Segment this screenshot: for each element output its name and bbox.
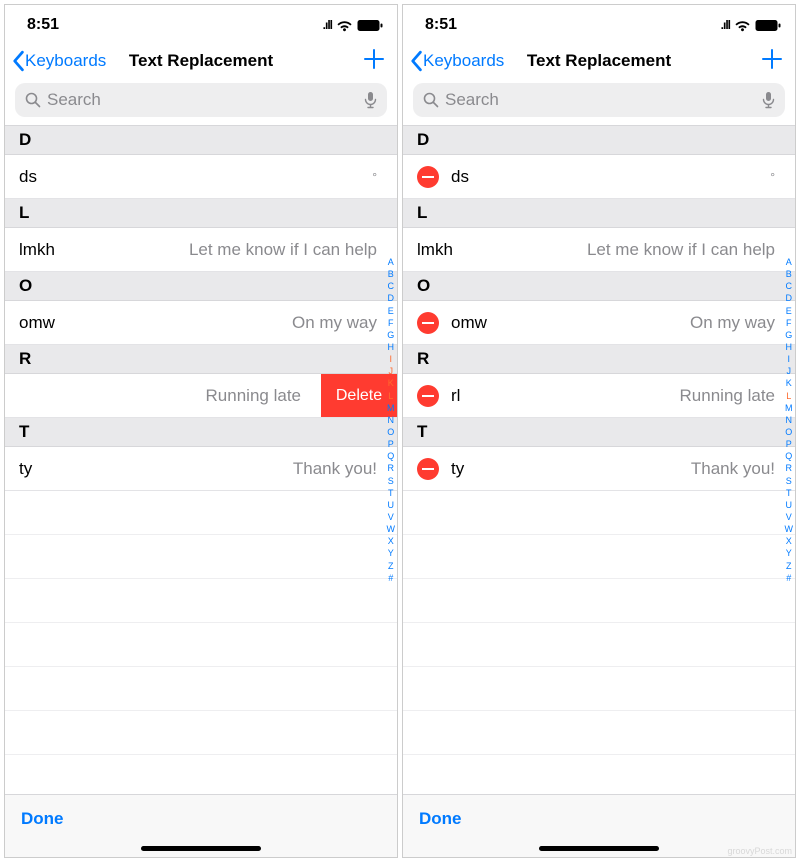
section-header-r: R [403,345,795,374]
back-label: Keyboards [25,51,106,71]
cellular-icon: .ıll [323,18,332,32]
section-header-l: L [403,199,795,228]
add-button[interactable] [363,48,385,74]
row-rl[interactable]: Running late Delete [5,374,397,418]
wifi-icon [734,19,751,32]
phrase-label: Thank you! [464,459,781,479]
row-lmkh[interactable]: lmkh Let me know if I can help [5,228,397,272]
empty-rows [403,491,795,755]
shortcut-label: ty [451,459,464,479]
row-ty[interactable]: ty Thank you! [5,447,397,491]
remove-icon[interactable] [417,166,439,188]
nav-bar: Keyboards Text Replacement [403,41,795,83]
row-ds[interactable]: ds ° [403,155,795,199]
shortcut-label: rl [451,386,460,406]
row-omw[interactable]: omw On my way [403,301,795,345]
back-label: Keyboards [423,51,504,71]
done-button[interactable]: Done [419,809,462,828]
section-header-t: T [5,418,397,447]
status-icons: .ıll [721,18,781,32]
chevron-left-icon [11,50,25,72]
empty-rows [5,491,397,755]
phrase-label: ° [469,170,781,184]
section-header-r: R [5,345,397,374]
wifi-icon [336,19,353,32]
toolbar: Done [5,794,397,839]
phrase-label: On my way [487,313,781,333]
remove-icon[interactable] [417,458,439,480]
shortcut-label: lmkh [417,240,453,260]
mic-icon[interactable] [364,91,377,109]
row-lmkh[interactable]: lmkh Let me know if I can help [403,228,795,272]
phone-left: 8:51 .ıll Keyboards Text Replacement [4,4,398,858]
search-placeholder: Search [47,90,364,110]
chevron-left-icon [409,50,423,72]
section-index[interactable]: ABCDEFGHIJKLMNOPQRSTUVWXYZ# [785,256,794,584]
row-ty[interactable]: ty Thank you! [403,447,795,491]
back-button[interactable]: Keyboards [409,50,504,72]
status-time: 8:51 [27,16,59,34]
status-time: 8:51 [425,16,457,34]
phone-right: 8:51 .ıll Keyboards Text Replacement [402,4,796,858]
delete-label: Delete [336,387,382,405]
search-icon [25,92,41,108]
home-indicator [5,839,397,857]
shortcut-label: omw [451,313,487,333]
section-header-o: O [5,272,397,301]
section-index[interactable]: ABCDEFGHIJKLMNOPQRSTUVWXYZ# [387,256,396,584]
add-button[interactable] [761,48,783,74]
back-button[interactable]: Keyboards [11,50,106,72]
mic-icon[interactable] [762,91,775,109]
search-input[interactable]: Search [413,83,785,117]
toolbar: Done [403,794,795,839]
section-header-o: O [403,272,795,301]
phrase-label: On my way [55,313,383,333]
shortcut-label: ds [19,167,37,187]
row-omw[interactable]: omw On my way [5,301,397,345]
shortcut-label: ty [19,459,32,479]
section-header-l: L [5,199,397,228]
search-placeholder: Search [445,90,762,110]
shortcut-label: ds [451,167,469,187]
phrase-label: Let me know if I can help [453,240,781,260]
row-rl[interactable]: rl Running late [403,374,795,418]
nav-bar: Keyboards Text Replacement [5,41,397,83]
phrase-label: Running late [460,386,781,406]
shortcut-label: lmkh [19,240,55,260]
row-ds[interactable]: ds ° [5,155,397,199]
cellular-icon: .ıll [721,18,730,32]
battery-icon [357,19,383,32]
phrase-label: Thank you! [32,459,383,479]
phrase-label: Let me know if I can help [55,240,383,260]
search-input[interactable]: Search [15,83,387,117]
plus-icon [363,48,385,70]
search-icon [423,92,439,108]
status-bar: 8:51 .ıll [403,5,795,41]
section-header-d: D [403,126,795,155]
shortcut-label: omw [19,313,55,333]
phrase-label: Running late [5,386,307,406]
battery-icon [755,19,781,32]
phrase-label: ° [37,170,383,184]
watermark: groovyPost.com [727,846,792,856]
section-header-t: T [403,418,795,447]
remove-icon[interactable] [417,385,439,407]
remove-icon[interactable] [417,312,439,334]
section-header-d: D [5,126,397,155]
status-icons: .ıll [323,18,383,32]
plus-icon [761,48,783,70]
status-bar: 8:51 .ıll [5,5,397,41]
done-button[interactable]: Done [21,809,64,828]
